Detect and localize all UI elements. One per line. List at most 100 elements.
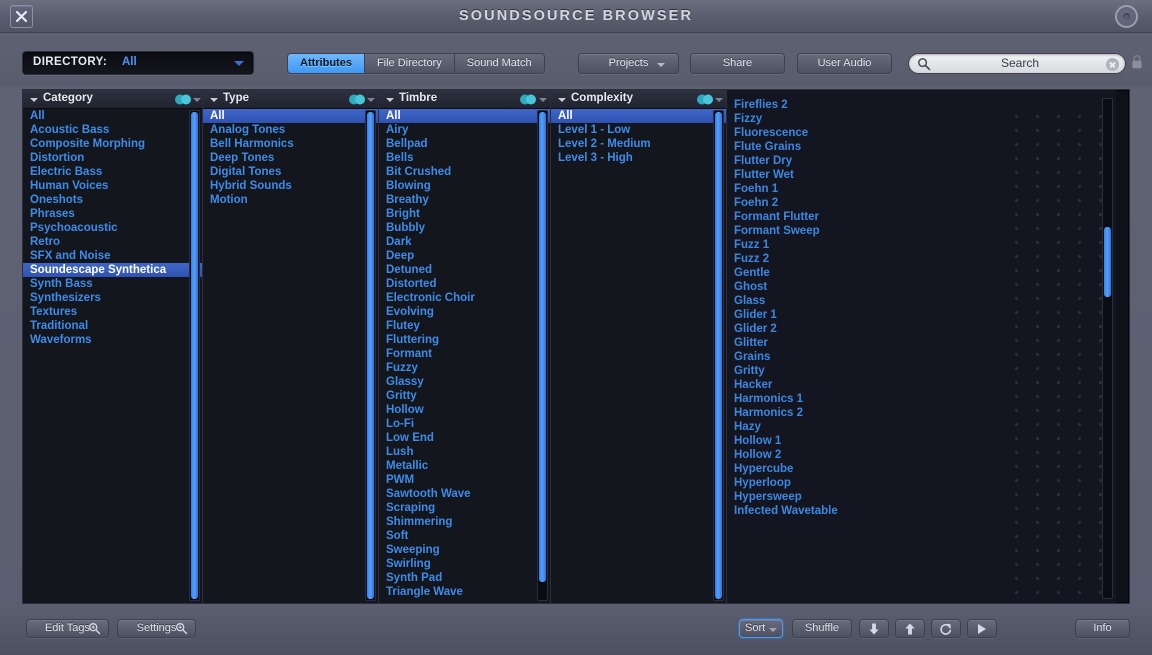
shuffle-button[interactable]: Shuffle bbox=[792, 619, 852, 638]
timbre-list[interactable]: All Airy Bellpad Bells Bit Crushed Blowing Bre… bbox=[379, 109, 550, 603]
search-field[interactable] bbox=[908, 53, 1126, 74]
result-row[interactable]: Hazy bbox=[727, 420, 1116, 434]
list-item[interactable]: Deep Tones bbox=[203, 151, 378, 165]
list-item[interactable]: Bells bbox=[379, 151, 550, 165]
list-item[interactable]: Metallic bbox=[379, 459, 550, 473]
list-item[interactable]: Formant bbox=[379, 347, 550, 361]
list-item[interactable]: Hybrid Sounds bbox=[203, 179, 378, 193]
link-circles-icon[interactable] bbox=[696, 94, 714, 105]
directory-dropdown[interactable]: DIRECTORY: All bbox=[22, 51, 254, 75]
result-row[interactable]: Hollow 2 bbox=[727, 448, 1116, 462]
column-header-timbre[interactable]: Timbre bbox=[379, 90, 550, 109]
list-item[interactable]: Hollow bbox=[379, 403, 550, 417]
list-item[interactable]: Composite Morphing bbox=[23, 137, 202, 151]
list-item[interactable]: Blowing bbox=[379, 179, 550, 193]
list-item[interactable]: Level 1 - Low bbox=[551, 123, 726, 137]
tab-attributes[interactable]: Attributes bbox=[288, 54, 365, 73]
timbre-scroll-thumb[interactable] bbox=[539, 112, 546, 582]
result-row[interactable]: Gritty bbox=[727, 364, 1116, 378]
result-row[interactable]: Glass bbox=[727, 294, 1116, 308]
projects-button[interactable]: Projects bbox=[578, 53, 679, 74]
result-row[interactable]: Formant Flutter bbox=[727, 210, 1116, 224]
result-row[interactable]: Infected Wavetable bbox=[727, 504, 1116, 518]
list-item[interactable]: Electric Bass bbox=[23, 165, 202, 179]
collapse-triangle-icon[interactable] bbox=[30, 98, 38, 102]
result-row[interactable]: Harmonics 1 bbox=[727, 392, 1116, 406]
result-row[interactable]: Glitter bbox=[727, 336, 1116, 350]
list-item[interactable]: Oneshots bbox=[23, 193, 202, 207]
list-item[interactable]: Dark bbox=[379, 235, 550, 249]
result-row[interactable]: Glider 2 bbox=[727, 322, 1116, 336]
list-item[interactable]: Shimmering bbox=[379, 515, 550, 529]
type-list[interactable]: All Analog Tones Bell Harmonics Deep Tones D… bbox=[203, 109, 378, 603]
list-item[interactable]: Swirling bbox=[379, 557, 550, 571]
collapse-triangle-icon[interactable] bbox=[210, 98, 218, 102]
play-button[interactable] bbox=[967, 619, 997, 638]
list-item[interactable]: Psychoacoustic bbox=[23, 221, 202, 235]
edit-tags-button[interactable]: Edit Tags bbox=[26, 619, 109, 638]
column-header-type[interactable]: Type bbox=[203, 90, 378, 109]
list-item[interactable]: Electronic Choir bbox=[379, 291, 550, 305]
list-item[interactable]: All bbox=[379, 109, 550, 123]
list-item[interactable]: All bbox=[551, 109, 726, 123]
result-row[interactable]: Hollow 1 bbox=[727, 434, 1116, 448]
list-item[interactable]: All bbox=[203, 109, 378, 123]
list-item[interactable]: Soundescape Synthetica bbox=[23, 263, 202, 277]
list-item[interactable]: Airy bbox=[379, 123, 550, 137]
complexity-list[interactable]: All Level 1 - Low Level 2 - Medium Level 3 … bbox=[551, 109, 726, 603]
list-item[interactable]: Textures bbox=[23, 305, 202, 319]
result-row[interactable]: Grains bbox=[727, 350, 1116, 364]
results-scrollbar[interactable] bbox=[1102, 98, 1113, 599]
reload-button[interactable] bbox=[931, 619, 961, 638]
complexity-scroll-thumb[interactable] bbox=[715, 112, 722, 599]
category-list[interactable]: All Acoustic Bass Composite Morphing Distor… bbox=[23, 109, 202, 603]
link-circles-icon[interactable] bbox=[174, 94, 192, 105]
list-item[interactable]: Scraping bbox=[379, 501, 550, 515]
list-item[interactable]: Bell Harmonics bbox=[203, 137, 378, 151]
result-row[interactable]: Fuzz 1 bbox=[727, 238, 1116, 252]
result-row[interactable]: Hypersweep bbox=[727, 490, 1116, 504]
list-item[interactable]: Flutey bbox=[379, 319, 550, 333]
list-item[interactable]: PWM bbox=[379, 473, 550, 487]
info-button[interactable]: Info bbox=[1075, 619, 1130, 638]
list-item[interactable]: Synth Pad bbox=[379, 571, 550, 585]
list-item[interactable]: Retro bbox=[23, 235, 202, 249]
list-item[interactable]: Fluttering bbox=[379, 333, 550, 347]
type-scrollbar[interactable] bbox=[365, 110, 376, 601]
list-item[interactable]: Triangle Wave bbox=[379, 585, 550, 599]
category-scroll-thumb[interactable] bbox=[191, 112, 198, 599]
list-item[interactable]: Acoustic Bass bbox=[23, 123, 202, 137]
result-row[interactable]: Gentle bbox=[727, 266, 1116, 280]
list-item[interactable]: Fuzzy bbox=[379, 361, 550, 375]
search-input[interactable] bbox=[935, 54, 1105, 73]
list-item[interactable]: All bbox=[23, 109, 202, 123]
result-row[interactable]: Ghost bbox=[727, 280, 1116, 294]
link-circles-icon[interactable] bbox=[519, 94, 537, 105]
column-menu-icon[interactable] bbox=[715, 98, 723, 102]
list-item[interactable]: Synthesizers bbox=[23, 291, 202, 305]
list-item[interactable]: Level 3 - High bbox=[551, 151, 726, 165]
list-item[interactable]: Bright bbox=[379, 207, 550, 221]
result-row[interactable]: Foehn 1 bbox=[727, 182, 1116, 196]
list-item[interactable]: Deep bbox=[379, 249, 550, 263]
result-row[interactable]: Flutter Dry bbox=[727, 154, 1116, 168]
list-item[interactable]: Synth Bass bbox=[23, 277, 202, 291]
sort-button[interactable]: Sort bbox=[739, 619, 783, 638]
list-item[interactable]: Glassy bbox=[379, 375, 550, 389]
result-row[interactable]: Flute Grains bbox=[727, 140, 1116, 154]
result-row[interactable]: Fizzy bbox=[727, 112, 1116, 126]
list-item[interactable]: Distorted bbox=[379, 277, 550, 291]
list-item[interactable]: Detuned bbox=[379, 263, 550, 277]
move-down-button[interactable] bbox=[859, 619, 889, 638]
list-item[interactable]: Breathy bbox=[379, 193, 550, 207]
record-circle-icon[interactable] bbox=[1115, 5, 1138, 28]
list-item[interactable]: Digital Tones bbox=[203, 165, 378, 179]
list-item[interactable]: Evolving bbox=[379, 305, 550, 319]
tab-sound-match[interactable]: Sound Match bbox=[454, 54, 544, 73]
list-item[interactable]: Phrases bbox=[23, 207, 202, 221]
result-row[interactable]: Flutter Wet bbox=[727, 168, 1116, 182]
settings-button[interactable]: Settings bbox=[117, 619, 196, 638]
column-menu-icon[interactable] bbox=[193, 98, 201, 102]
list-item[interactable]: Gritty bbox=[379, 389, 550, 403]
list-item[interactable]: Distortion bbox=[23, 151, 202, 165]
